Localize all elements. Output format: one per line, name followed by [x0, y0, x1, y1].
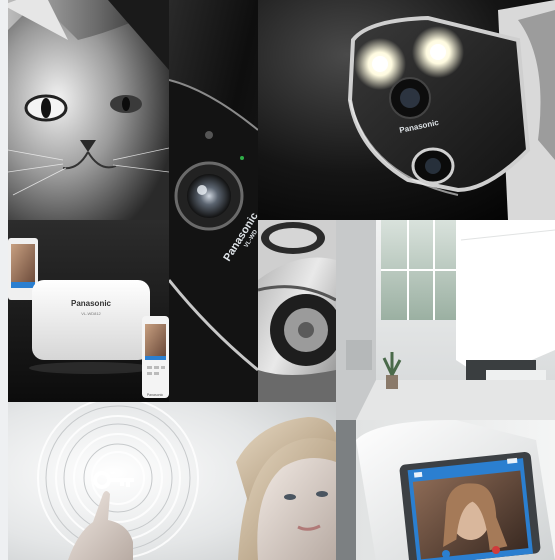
modern-hallway-image [336, 220, 555, 420]
door-camera-closeup-tile: Panasonic VL-WD [169, 0, 258, 402]
car-detail-image [258, 220, 336, 402]
outdoor-security-camera-tile: Panasonic [258, 0, 555, 220]
car-detail-tile [258, 220, 336, 402]
wireless-hub-and-monitors-tile: Panasonic VL-WD812 Panasonic [8, 220, 169, 402]
cat-portrait-tile [8, 0, 169, 220]
indoor-monitor-screen-tile [336, 420, 555, 560]
modern-hallway-tile [336, 220, 555, 420]
monitor-logo: Panasonic [147, 393, 164, 397]
key-touch-image [8, 402, 336, 560]
wireless-hub-image: Panasonic VL-WD812 Panasonic [8, 220, 169, 402]
cat-portrait-image [8, 0, 169, 220]
indoor-monitor-image [336, 420, 555, 560]
photo-collage: Panasonic VL-WD Panasonic Panasonic VL-W… [0, 0, 555, 560]
hub-model: VL-WD812 [81, 311, 101, 316]
door-camera-closeup-image: Panasonic VL-WD [169, 0, 258, 402]
outdoor-security-camera-image: Panasonic [258, 0, 555, 220]
key-touch-woman-tile [8, 402, 336, 560]
hub-logo: Panasonic [71, 299, 112, 308]
